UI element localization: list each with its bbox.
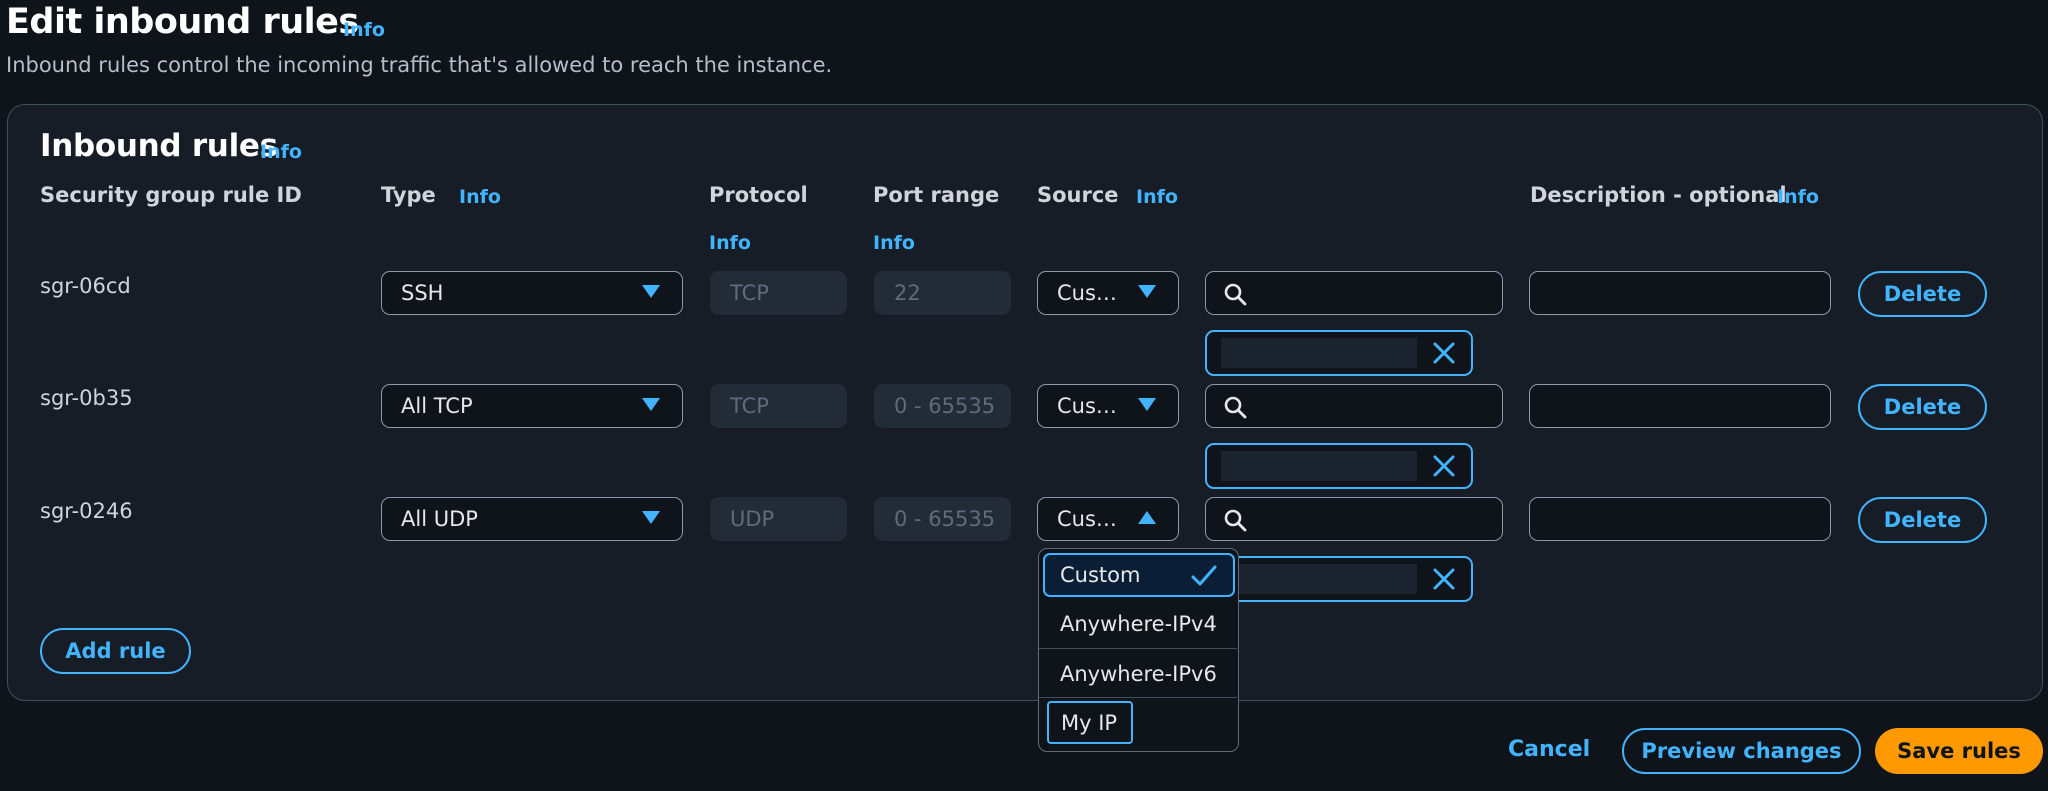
source-search-input[interactable]: [1205, 271, 1503, 315]
add-rule-button[interactable]: Add rule: [40, 628, 191, 674]
port-range-info-link[interactable]: Info: [873, 232, 915, 254]
close-icon[interactable]: [1433, 455, 1455, 477]
protocol-value: TCP: [730, 394, 769, 418]
title-info-link[interactable]: Info: [343, 19, 385, 41]
source-info-link[interactable]: Info: [1136, 186, 1178, 208]
option-divider: [1039, 697, 1237, 698]
caret-down-icon: [1138, 285, 1156, 298]
description-input[interactable]: [1529, 271, 1831, 315]
port-range-field: 0 - 65535: [874, 497, 1011, 541]
delete-rule-button[interactable]: Delete: [1858, 384, 1987, 430]
option-label: Custom: [1060, 563, 1141, 587]
source-select[interactable]: Cus…: [1037, 271, 1179, 315]
description-info-link[interactable]: Info: [1777, 186, 1819, 208]
source-select-open[interactable]: Cus…: [1037, 497, 1179, 541]
option-label: Anywhere-IPv4: [1060, 611, 1217, 636]
dropdown-option-anywhere-ipv4[interactable]: Anywhere-IPv4: [1039, 599, 1237, 648]
redaction-mask: [130, 518, 330, 558]
caret-down-icon: [642, 511, 660, 524]
port-range-value: 0 - 65535: [894, 507, 996, 531]
check-icon: [1191, 565, 1217, 586]
close-icon[interactable]: [1433, 342, 1455, 364]
token-value: [1221, 338, 1417, 368]
source-select-value: Cus…: [1057, 281, 1117, 305]
search-icon: [1224, 283, 1247, 306]
cancel-button[interactable]: Cancel: [1508, 737, 1590, 762]
protocol-value: TCP: [730, 281, 769, 305]
column-header-type: Type: [381, 183, 436, 207]
rule-id: sgr-06cd: [40, 274, 131, 298]
column-header-protocol: Protocol: [709, 183, 808, 207]
token-value: [1221, 564, 1417, 594]
rule-id: sgr-0246: [40, 499, 133, 523]
source-dropdown-menu: Custom Anywhere-IPv4 Anywhere-IPv6 My IP: [1038, 548, 1239, 752]
source-token: [1205, 330, 1473, 376]
column-header-rule-id: Security group rule ID: [40, 183, 302, 207]
rule-id: sgr-0b35: [40, 386, 133, 410]
port-range-field: 0 - 65535: [874, 384, 1011, 428]
option-label: My IP: [1061, 710, 1118, 735]
protocol-info-link[interactable]: Info: [709, 232, 751, 254]
source-search-input[interactable]: [1205, 384, 1503, 428]
dropdown-option-anywhere-ipv6[interactable]: Anywhere-IPv6: [1039, 649, 1237, 698]
port-range-value: 22: [894, 281, 921, 305]
source-token: [1205, 443, 1473, 489]
type-info-link[interactable]: Info: [459, 186, 501, 208]
protocol-field: TCP: [710, 271, 847, 315]
type-select-value: SSH: [401, 281, 444, 305]
page-title: Edit inbound rules: [6, 2, 359, 42]
preview-changes-button[interactable]: Preview changes: [1622, 728, 1861, 774]
option-label: Anywhere-IPv6: [1060, 661, 1217, 686]
source-select-value: Cus…: [1057, 394, 1117, 418]
caret-down-icon: [642, 398, 660, 411]
caret-up-icon: [1138, 511, 1156, 524]
column-header-port-range: Port range: [873, 183, 1000, 207]
column-header-source: Source: [1037, 183, 1119, 207]
token-value: [1221, 451, 1417, 481]
caret-down-icon: [642, 285, 660, 298]
panel-info-link[interactable]: Info: [260, 141, 302, 163]
source-token: [1205, 556, 1473, 602]
source-select-value: Cus…: [1057, 507, 1117, 531]
type-select[interactable]: SSH: [381, 271, 683, 315]
panel-title: Inbound rules: [40, 128, 278, 164]
delete-rule-button[interactable]: Delete: [1858, 497, 1987, 543]
delete-rule-button[interactable]: Delete: [1858, 271, 1987, 317]
caret-down-icon: [1138, 398, 1156, 411]
port-range-field: 22: [874, 271, 1011, 315]
search-icon: [1224, 396, 1247, 419]
page-subtitle: Inbound rules control the incoming traff…: [6, 53, 833, 77]
column-header-description: Description - optional: [1530, 183, 1787, 207]
dropdown-option-custom[interactable]: Custom: [1043, 553, 1235, 597]
source-select[interactable]: Cus…: [1037, 384, 1179, 428]
source-search-input[interactable]: [1205, 497, 1503, 541]
description-input[interactable]: [1529, 384, 1831, 428]
close-icon[interactable]: [1433, 568, 1455, 590]
type-select[interactable]: All UDP: [381, 497, 683, 541]
protocol-field: UDP: [710, 497, 847, 541]
search-icon: [1224, 509, 1247, 532]
type-select-value: All TCP: [401, 394, 473, 418]
description-input[interactable]: [1529, 497, 1831, 541]
type-select[interactable]: All TCP: [381, 384, 683, 428]
protocol-value: UDP: [730, 507, 775, 531]
type-select-value: All UDP: [401, 507, 478, 531]
protocol-field: TCP: [710, 384, 847, 428]
port-range-value: 0 - 65535: [894, 394, 996, 418]
dropdown-option-my-ip[interactable]: My IP: [1047, 701, 1133, 744]
save-rules-button[interactable]: Save rules: [1875, 728, 2043, 774]
